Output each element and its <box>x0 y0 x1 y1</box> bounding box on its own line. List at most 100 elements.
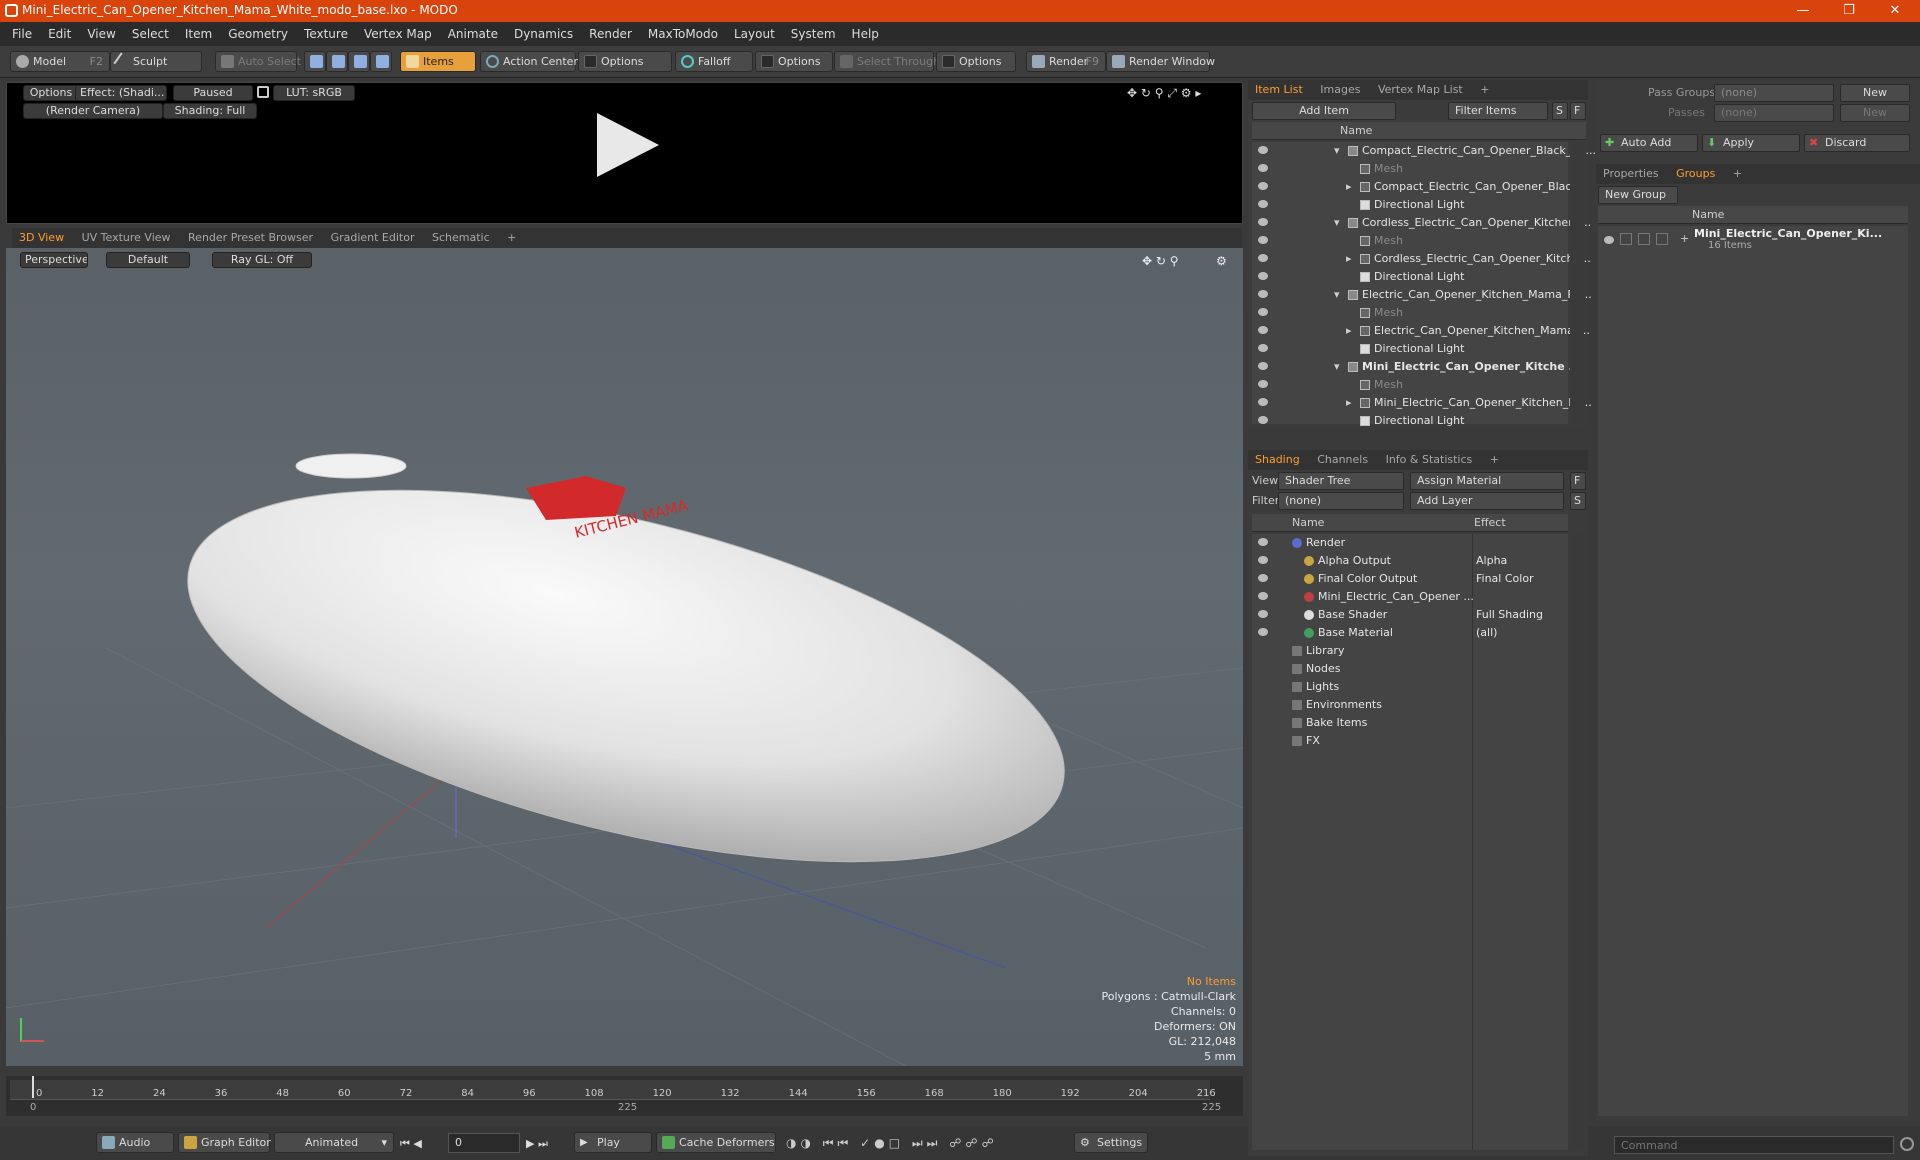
add-tab-button[interactable]: + <box>1483 450 1506 470</box>
new-group-button[interactable]: New Group <box>1598 186 1678 204</box>
eye-icon[interactable] <box>1258 574 1268 582</box>
add-layer-dropdown[interactable]: Add Layer <box>1410 492 1564 510</box>
audio-button[interactable]: Audio <box>96 1132 174 1153</box>
item-list-row[interactable]: Mesh <box>1252 160 1568 178</box>
menu-item[interactable]: Item <box>177 22 220 46</box>
tab-uv-texture-view[interactable]: UV Texture View <box>75 228 178 248</box>
action-center-button[interactable]: Action Center <box>480 51 578 72</box>
eye-icon[interactable] <box>1258 182 1268 190</box>
timeline[interactable]: 0 12 24 36 48 60 72 84 96 108 120 132 14… <box>6 1076 1243 1116</box>
shader-tree-scrollbar[interactable] <box>1570 534 1584 1150</box>
shader-tree-row[interactable]: Base Shader Full Shading <box>1252 606 1568 624</box>
auto-add-button[interactable]: ✚ Auto Add <box>1600 134 1698 152</box>
expand-arrow-icon[interactable]: ▾ <box>1334 142 1340 160</box>
eye-icon[interactable] <box>1258 628 1268 636</box>
menu-texture[interactable]: Texture <box>296 22 356 46</box>
viewport-nav-icons[interactable]: ✥ ↻ ⚲ <box>1142 254 1179 268</box>
f-button[interactable]: F <box>1570 472 1586 490</box>
shader-tree-row[interactable]: FX <box>1252 732 1568 750</box>
eye-icon[interactable] <box>1258 236 1268 244</box>
expand-arrow-icon[interactable]: ▾ <box>1334 358 1340 376</box>
item-list-row[interactable]: ▾ Cordless_Electric_Can_Opener_Kitchen_..… <box>1252 214 1591 232</box>
command-input[interactable] <box>1614 1136 1894 1154</box>
menu-render[interactable]: Render <box>581 22 640 46</box>
falloff-options-button[interactable]: Options <box>755 51 833 72</box>
item-list-row[interactable]: ▸ Electric_Can_Opener_Kitchen_Mama_... <box>1252 322 1590 340</box>
eye-icon[interactable] <box>1258 200 1268 208</box>
effect-value[interactable]: Alpha <box>1476 552 1507 570</box>
eye-icon[interactable] <box>1258 254 1268 262</box>
close-icon[interactable]: ✕ <box>1872 1 1918 21</box>
f-button[interactable]: F <box>1570 102 1586 120</box>
effect-value[interactable]: Full Shading <box>1476 606 1543 624</box>
tab-3d-view[interactable]: 3D View <box>12 228 71 248</box>
name-column-header[interactable]: Name <box>1340 124 1372 137</box>
tab-info-statistics[interactable]: Info & Statistics <box>1379 450 1480 470</box>
tab-schematic[interactable]: Schematic <box>425 228 497 248</box>
expand-icon[interactable]: + <box>1680 232 1689 245</box>
eye-icon[interactable] <box>1258 164 1268 172</box>
expand-arrow-icon[interactable]: ▾ <box>1334 286 1340 304</box>
effect-value[interactable]: (all) <box>1476 624 1497 642</box>
tab-item-list[interactable]: Item List <box>1248 80 1310 100</box>
eye-icon[interactable] <box>1258 380 1268 388</box>
effect-value[interactable]: Final Color <box>1476 570 1534 588</box>
render-button[interactable]: Render F9 <box>1026 51 1106 72</box>
model-mode-button[interactable]: Model F2 <box>10 51 110 72</box>
action-center-options-button[interactable]: Options <box>578 51 672 72</box>
eye-icon[interactable] <box>1258 362 1268 370</box>
s-button[interactable]: S <box>1570 492 1586 510</box>
auto-select-button[interactable]: Auto Select <box>215 51 301 72</box>
preview-effect-dropdown[interactable]: Effect: (Shadi... <box>75 85 167 101</box>
item-list-scrollbar[interactable] <box>1570 142 1584 424</box>
can-opener-model[interactable] <box>152 417 1100 936</box>
add-item-dropdown[interactable]: Add Item <box>1252 102 1396 120</box>
item-list-row[interactable]: Directional Light <box>1252 196 1568 214</box>
render-toggle-icon[interactable] <box>1620 233 1632 245</box>
transport-tool-icons[interactable]: ◑◑ ⏮⏮ ✓●□ ⏭⏭ ☍☍☍ <box>786 1136 998 1151</box>
eye-icon[interactable] <box>1258 538 1268 546</box>
new-pass-button[interactable]: New <box>1840 104 1910 122</box>
next-key-icons[interactable]: ▶ ⏭ <box>526 1137 548 1151</box>
eye-icon[interactable] <box>1258 398 1268 406</box>
name-column-header[interactable]: Name <box>1292 514 1324 532</box>
eye-icon[interactable] <box>1258 272 1268 280</box>
add-tab-button[interactable]: + <box>1473 80 1496 100</box>
item-list-row[interactable]: ▾ Compact_Electric_Can_Opener_Black_m ... <box>1252 142 1596 160</box>
preview-shading-dropdown[interactable]: Shading: Full <box>163 103 257 119</box>
eye-icon[interactable] <box>1258 416 1268 424</box>
item-list-row[interactable]: ▸ Compact_Electric_Can_Opener_Black <box>1252 178 1578 196</box>
effect-column-header[interactable]: Effect <box>1474 514 1506 532</box>
view-dropdown[interactable]: Shader Tree <box>1278 472 1404 490</box>
command-history-icon[interactable] <box>1900 1137 1914 1151</box>
item-list-row[interactable]: ▸ Cordless_Electric_Can_Opener_Kitche... <box>1252 250 1591 268</box>
prev-key-icons[interactable]: ⏮ ◀ <box>400 1137 422 1151</box>
3d-viewport[interactable]: KITCHEN MAMA Perspective Default Ray GL:… <box>6 248 1243 1066</box>
materials-select-button[interactable] <box>370 51 392 72</box>
frame-input[interactable]: 0 <box>448 1133 520 1153</box>
pass-groups-dropdown[interactable]: (none) <box>1714 84 1834 102</box>
preview-camera-dropdown[interactable]: (Render Camera) <box>23 103 163 119</box>
menu-geometry[interactable]: Geometry <box>220 22 296 46</box>
item-list-row[interactable]: Mesh <box>1252 232 1568 250</box>
sculpt-mode-button[interactable]: Sculpt <box>110 51 202 72</box>
expand-arrow-icon[interactable]: ▾ <box>1334 214 1340 232</box>
s-button[interactable]: S <box>1552 102 1568 120</box>
preview-nav-icons[interactable]: ✥ ↻ ⚲ ⤢ ⚙ ▸ <box>1127 86 1201 101</box>
add-tab-button[interactable]: + <box>500 228 523 248</box>
tab-channels[interactable]: Channels <box>1310 450 1375 470</box>
render-window-button[interactable]: Render Window <box>1106 51 1215 72</box>
item-list-row[interactable]: Directional Light <box>1252 268 1568 286</box>
shader-tree-row[interactable]: Alpha Output Alpha <box>1252 552 1568 570</box>
expand-arrow-icon[interactable]: ▸ <box>1346 394 1352 412</box>
tab-gradient-editor[interactable]: Gradient Editor <box>324 228 422 248</box>
menu-vertex-map[interactable]: Vertex Map <box>356 22 440 46</box>
shader-tree-row[interactable]: Final Color Output Final Color <box>1252 570 1568 588</box>
tab-render-preset-browser[interactable]: Render Preset Browser <box>181 228 320 248</box>
shader-tree-row[interactable]: Render <box>1252 534 1568 552</box>
group-row[interactable]: + Mini_Electric_Can_Opener_Ki... 16 Item… <box>1598 226 1908 256</box>
eye-icon[interactable] <box>1258 218 1268 226</box>
menu-layout[interactable]: Layout <box>726 22 783 46</box>
filter-items-input[interactable]: Filter Items <box>1448 102 1548 120</box>
eye-icon[interactable] <box>1604 236 1614 244</box>
